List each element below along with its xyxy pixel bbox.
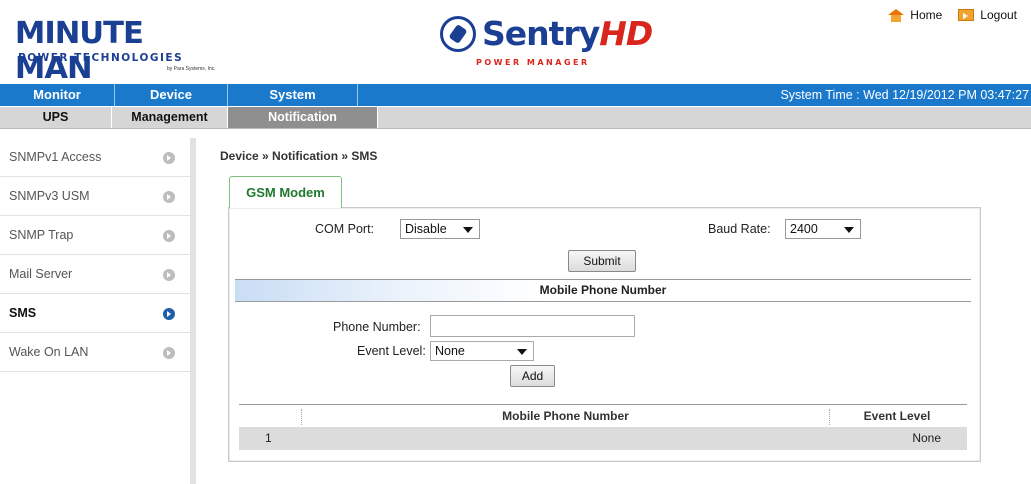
chevron-down-icon bbox=[517, 349, 527, 355]
submit-button[interactable]: Submit bbox=[568, 250, 636, 272]
sidebar-item-label: SNMPv3 USM bbox=[9, 189, 90, 203]
brand-tiny: by Para Systems, Inc. bbox=[167, 66, 216, 72]
minuteman-logo: MINUTE MAN POWER TECHNOLOGIES by Para Sy… bbox=[15, 12, 227, 86]
column-divider bbox=[301, 409, 302, 425]
row-index: 1 bbox=[265, 431, 272, 445]
section-mobile-phone-number: Mobile Phone Number bbox=[235, 279, 971, 302]
com-port-label: COM Port: bbox=[315, 222, 375, 236]
sidebar-item-label: SMS bbox=[9, 306, 37, 320]
sidebar-item-sms[interactable]: SMS bbox=[0, 294, 190, 333]
system-time: System Time : Wed 12/19/2012 PM 03:47:27 bbox=[780, 88, 1029, 102]
sub-nav: UPS Management Notification bbox=[0, 107, 1031, 129]
home-icon bbox=[888, 8, 905, 22]
main-nav: Monitor Device System System Time : Wed … bbox=[0, 84, 1031, 106]
sidebar-item-label: SNMPv1 Access bbox=[9, 150, 102, 164]
product-name: SentryHD bbox=[482, 14, 653, 53]
top-links: Home Logout bbox=[888, 8, 1017, 22]
baud-rate-select[interactable]: 2400 bbox=[785, 219, 861, 239]
sidebar-item-wake-on-lan[interactable]: Wake On LAN bbox=[0, 333, 190, 372]
com-port-select[interactable]: Disable bbox=[400, 219, 480, 239]
breadcrumb: Device » Notification » SMS bbox=[220, 149, 378, 163]
event-level-label: Event Level: bbox=[357, 344, 426, 358]
sidebar-item-snmpv3-usm[interactable]: SNMPv3 USM bbox=[0, 177, 190, 216]
add-button[interactable]: Add bbox=[510, 365, 555, 387]
nav-system[interactable]: System bbox=[228, 84, 358, 106]
phone-number-label: Phone Number: bbox=[333, 320, 421, 334]
sidebar-item-label: Wake On LAN bbox=[9, 345, 89, 359]
baud-rate-value: 2400 bbox=[790, 222, 818, 236]
column-header-number: Mobile Phone Number bbox=[502, 409, 629, 423]
product-name-b: HD bbox=[599, 14, 653, 53]
sidebar-item-label: SNMP Trap bbox=[9, 228, 74, 242]
table-header: Mobile Phone Number Event Level bbox=[239, 404, 967, 427]
logout-icon bbox=[958, 9, 975, 21]
event-level-select[interactable]: None bbox=[430, 341, 534, 361]
home-label: Home bbox=[910, 8, 943, 22]
plug-icon bbox=[440, 16, 476, 52]
product-sub: POWER MANAGER bbox=[476, 58, 590, 67]
sidebar-item-label: Mail Server bbox=[9, 267, 73, 281]
subnav-management[interactable]: Management bbox=[112, 107, 228, 128]
logout-link[interactable]: Logout bbox=[958, 8, 1017, 22]
arrow-right-icon bbox=[163, 152, 175, 164]
brand-main: MINUTE MAN bbox=[14, 16, 144, 86]
column-header-event-level: Event Level bbox=[863, 409, 931, 423]
sidebar-item-mail-server[interactable]: Mail Server bbox=[0, 255, 190, 294]
subnav-ups[interactable]: UPS bbox=[0, 107, 112, 128]
sidebar: SNMPv1 Access SNMPv3 USM SNMP Trap Mail … bbox=[0, 138, 196, 484]
event-level-value: None bbox=[435, 344, 465, 358]
phone-number-table: Mobile Phone Number Event Level 1 None bbox=[239, 404, 967, 450]
chevron-down-icon bbox=[844, 227, 854, 233]
sidebar-item-snmp-trap[interactable]: SNMP Trap bbox=[0, 216, 190, 255]
brand-sub: POWER TECHNOLOGIES bbox=[18, 52, 184, 64]
subnav-notification[interactable]: Notification bbox=[228, 107, 378, 128]
phone-number-input[interactable] bbox=[430, 315, 635, 337]
arrow-right-icon bbox=[163, 308, 175, 320]
logout-label: Logout bbox=[980, 8, 1017, 22]
page-header: MINUTE MAN POWER TECHNOLOGIES by Para Sy… bbox=[0, 0, 1031, 86]
home-link[interactable]: Home bbox=[888, 8, 942, 22]
column-divider bbox=[829, 409, 830, 425]
arrow-right-icon bbox=[163, 347, 175, 359]
gsm-modem-panel: COM Port: Disable Baud Rate: 2400 Submit… bbox=[228, 207, 981, 462]
arrow-right-icon bbox=[163, 269, 175, 281]
nav-monitor[interactable]: Monitor bbox=[0, 84, 115, 106]
tab-gsm-modem[interactable]: GSM Modem bbox=[229, 176, 342, 208]
sidebar-item-snmpv1-access[interactable]: SNMPv1 Access bbox=[0, 138, 190, 177]
com-port-value: Disable bbox=[405, 222, 447, 236]
table-row[interactable]: 1 None bbox=[239, 427, 967, 450]
nav-device[interactable]: Device bbox=[115, 84, 228, 106]
baud-rate-label: Baud Rate: bbox=[708, 222, 771, 236]
arrow-right-icon bbox=[163, 191, 175, 203]
sentryhd-logo: SentryHD POWER MANAGER bbox=[440, 10, 653, 74]
row-event-level: None bbox=[912, 431, 941, 445]
product-name-a: Sentry bbox=[482, 14, 600, 53]
chevron-down-icon bbox=[463, 227, 473, 233]
arrow-right-icon bbox=[163, 230, 175, 242]
